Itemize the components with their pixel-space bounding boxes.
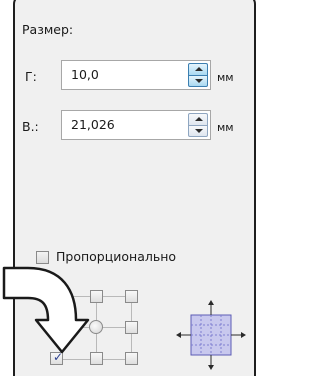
width-spinner[interactable] (188, 63, 208, 87)
anchor-top-right[interactable] (125, 290, 138, 303)
height-spinner[interactable] (188, 113, 208, 137)
screenshot-stage: Размер: Г: 10,0 мм В.: 21,026 мм Пропорц… (0, 0, 265, 376)
tutorial-arrow-icon (2, 266, 90, 354)
height-label: В.: (22, 119, 39, 134)
height-value[interactable]: 21,026 (71, 117, 115, 132)
width-unit: мм (217, 71, 234, 84)
width-value[interactable]: 10,0 (71, 67, 99, 82)
size-section-title: Размер: (22, 22, 74, 37)
anchor-preview-icon (176, 300, 246, 370)
height-decrement-button[interactable] (188, 125, 208, 137)
height-field[interactable]: 21,026 (61, 110, 211, 140)
height-unit: мм (217, 121, 234, 134)
height-increment-button[interactable] (188, 113, 208, 125)
anchor-middle-right[interactable] (125, 321, 138, 334)
anchor-bottom-right[interactable] (125, 352, 138, 365)
width-increment-button[interactable] (188, 63, 208, 75)
width-decrement-button[interactable] (188, 75, 208, 87)
width-field[interactable]: 10,0 (61, 60, 211, 90)
width-label: Г: (25, 69, 37, 84)
